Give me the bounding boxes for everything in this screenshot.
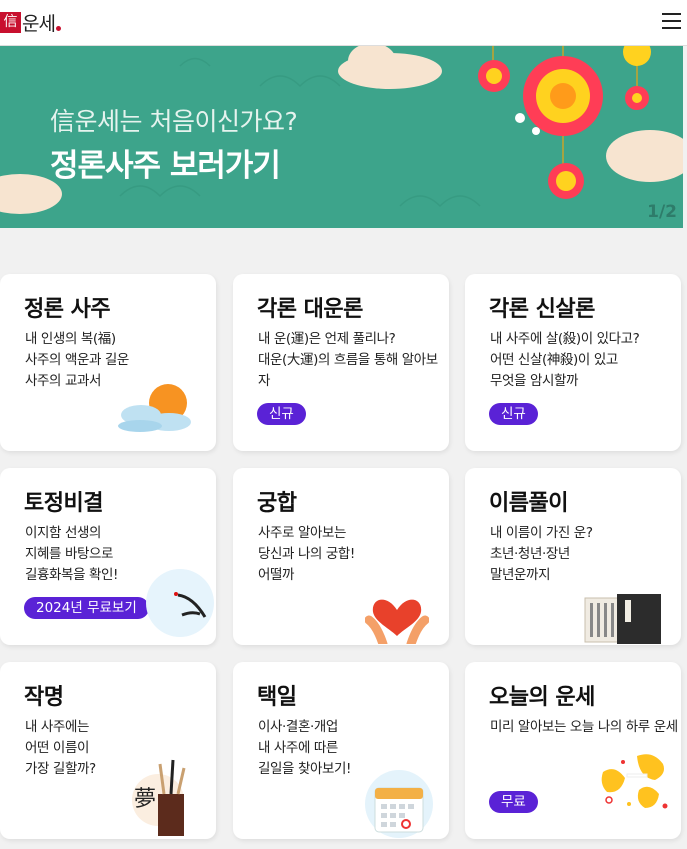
card-desc: 내 이름이 가진 운? 초년·청년·장년 말년운까지	[490, 525, 593, 583]
sun-cloud-icon	[118, 384, 191, 432]
svg-text:夢: 夢	[134, 787, 156, 812]
logo-seal-dot	[55, 26, 61, 31]
header: 信 운세	[0, 0, 687, 46]
logo-text: 운세	[22, 13, 56, 35]
free-badge: 무료	[489, 791, 538, 813]
card-gunghap[interactable]: 궁합 사주로 알아보는 당신과 나의 궁합! 어떨까	[233, 468, 449, 645]
card-title: 정론 사주	[24, 297, 111, 322]
card-jeongron-saju[interactable]: 정론 사주 내 인생의 복(福) 사주의 액운과 길운 사주의 교과서	[0, 274, 216, 451]
promo-banner[interactable]: 信운세는 처음이신가요? 정론사주 보러가기 1/2	[0, 46, 683, 228]
card-title: 각론 대운론	[257, 297, 363, 322]
card-gakron-sinsal[interactable]: 각론 신살론 내 사주에 살(殺)이 있다고? 어떤 신살(神殺)이 있고 무엇…	[465, 274, 681, 451]
banner-line2: 정론사주 보러가기	[50, 148, 281, 184]
card-title: 각론 신살론	[489, 297, 595, 322]
card-desc: 내 사주에 살(殺)이 있다고? 어떤 신살(神殺)이 있고 무엇을 암시할까	[490, 331, 640, 389]
card-taegil[interactable]: 택일 이사·결혼·개업 내 사주에 따른 길일을 찾아보기!	[233, 662, 449, 839]
card-title: 토정비결	[24, 491, 103, 516]
card-ireumpuri[interactable]: 이름풀이 내 이름이 가진 운? 초년·청년·장년 말년운까지	[465, 468, 681, 645]
card-gakron-daeun[interactable]: 각론 대운론 내 운(運)은 언제 풀리나? 대운(大運)의 흐름을 통해 알아…	[233, 274, 449, 451]
hamburger-icon[interactable]	[662, 13, 681, 30]
card-desc: 미리 알아보는 오늘 나의 하루 운세	[490, 719, 678, 735]
new-badge: 신규	[257, 403, 306, 425]
card-title: 작명	[24, 685, 64, 710]
heart-hands-icon	[365, 599, 429, 644]
card-tojeong[interactable]: 토정비결 이지함 선생의 지혜를 바탕으로 길흉화복을 확인! 2024년 무료…	[0, 468, 216, 645]
card-desc: 사주로 알아보는 당신과 나의 궁합! 어떨까	[258, 525, 355, 583]
logo-mark: 信	[0, 12, 21, 33]
crane-icon	[146, 569, 214, 637]
card-title: 오늘의 운세	[489, 685, 595, 710]
card-title: 이름풀이	[489, 491, 568, 516]
card-today-fortune[interactable]: 오늘의 운세 미리 알아보는 오늘 나의 하루 운세 무료	[465, 662, 681, 839]
banner-line1: 信운세는 처음이신가요?	[50, 107, 298, 136]
logo[interactable]: 信 운세	[0, 9, 61, 36]
card-title: 택일	[257, 685, 297, 710]
calendar-icon	[365, 770, 433, 838]
fortune-cookie-icon	[601, 754, 668, 809]
brush-holder-icon: 夢	[132, 759, 186, 836]
card-jakmyeong[interactable]: 작명 내 사주에는 어떤 이름이 가장 길할까? 夢	[0, 662, 216, 839]
card-title: 궁합	[257, 491, 297, 516]
new-badge: 신규	[489, 403, 538, 425]
card-desc: 내 운(運)은 언제 풀리나? 대운(大運)의 흐름을 통해 알아보자	[258, 331, 438, 389]
book-icon	[584, 594, 661, 644]
banner-page-indicator: 1/2	[647, 202, 677, 222]
